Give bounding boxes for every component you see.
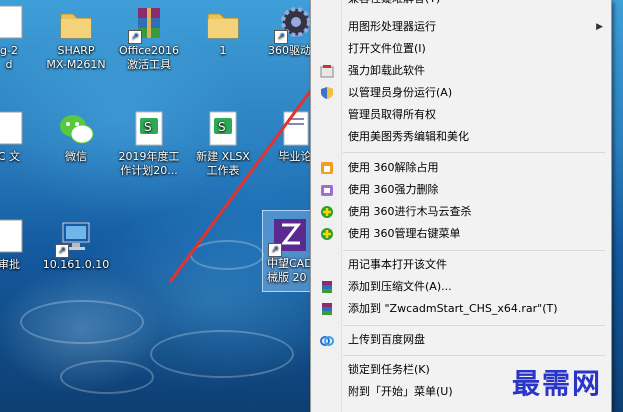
menu-item-360-delete[interactable]: 使用 360强力删除	[311, 179, 611, 201]
menu-item-360-menu-manage[interactable]: 使用 360管理右键菜单	[311, 223, 611, 245]
menu-separator	[343, 355, 605, 356]
menu-item-add-to-rar[interactable]: 添加到 "ZwcadmStart_CHS_x64.rar"(T)	[311, 298, 611, 320]
baidu-cloud-icon	[320, 333, 334, 347]
unlock-360-icon	[320, 161, 334, 175]
submenu-arrow-icon: ▶	[596, 22, 603, 32]
menu-item-force-uninstall[interactable]: 强力卸载此软件	[311, 60, 611, 82]
menu-item-label: 打开文件位置(I)	[348, 42, 426, 55]
scan-360-icon	[320, 205, 334, 219]
menu-item-label: 使用 360强力删除	[348, 183, 439, 196]
menu-item-add-archive[interactable]: 添加到压缩文件(A)...	[311, 276, 611, 298]
menu-item-label: 附到「开始」菜单(U)	[348, 385, 453, 398]
watermark: 最需网	[512, 367, 603, 400]
winrar-add-icon	[320, 280, 334, 294]
menu-item-label: 使用 360进行木马云查杀	[348, 205, 472, 218]
menu-item-360-unlock[interactable]: 使用 360解除占用	[311, 157, 611, 179]
menu-item-360-scan[interactable]: 使用 360进行木马云查杀	[311, 201, 611, 223]
menu-item-label: 上传到百度网盘	[348, 333, 425, 346]
delete-360-icon	[320, 183, 334, 197]
menu-item-label: 添加到 "ZwcadmStart_CHS_x64.rar"(T)	[348, 302, 558, 315]
menu-separator	[343, 325, 605, 326]
menu-item-label: 用图形处理器运行	[348, 20, 436, 33]
menu-item-label: 管理员取得所有权	[348, 108, 436, 121]
menu-item-compatibility[interactable]: 兼容性疑难解答(Y)	[311, 0, 611, 10]
menu-separator	[343, 250, 605, 251]
menu-item-gpu-run[interactable]: 用图形处理器运行 ▶	[311, 16, 611, 38]
menu-item-label: 使用美图秀秀编辑和美化	[348, 130, 469, 143]
menu-item-label: 使用 360管理右键菜单	[348, 227, 461, 240]
menu-item-label: 用记事本打开该文件	[348, 258, 447, 271]
menu-item-run-as-admin[interactable]: 以管理员身份运行(A)	[311, 82, 611, 104]
menu-item-label: 兼容性疑难解答(Y)	[348, 0, 440, 10]
context-menu: 兼容性疑难解答(Y) 用图形处理器运行 ▶ 打开文件位置(I) 强力卸载此软件 …	[310, 0, 612, 412]
winrar-add-icon	[320, 302, 334, 316]
shield-icon	[320, 86, 334, 100]
menu-item-take-ownership[interactable]: 管理员取得所有权	[311, 104, 611, 126]
menu-item-label: 使用 360解除占用	[348, 161, 439, 174]
menu-item-baidu-upload[interactable]: 上传到百度网盘	[311, 329, 611, 351]
menu-360-icon	[320, 227, 334, 241]
menu-item-label: 添加到压缩文件(A)...	[348, 280, 452, 293]
menu-item-open-location[interactable]: 打开文件位置(I)	[311, 38, 611, 60]
menu-separator	[343, 152, 605, 153]
menu-item-meitu-edit[interactable]: 使用美图秀秀编辑和美化	[311, 126, 611, 148]
uninstall-icon	[320, 64, 334, 78]
menu-item-label: 锁定到任务栏(K)	[348, 363, 430, 376]
menu-item-label: 以管理员身份运行(A)	[348, 86, 453, 99]
menu-item-label: 强力卸载此软件	[348, 64, 425, 77]
menu-item-open-notepad[interactable]: 用记事本打开该文件	[311, 254, 611, 276]
